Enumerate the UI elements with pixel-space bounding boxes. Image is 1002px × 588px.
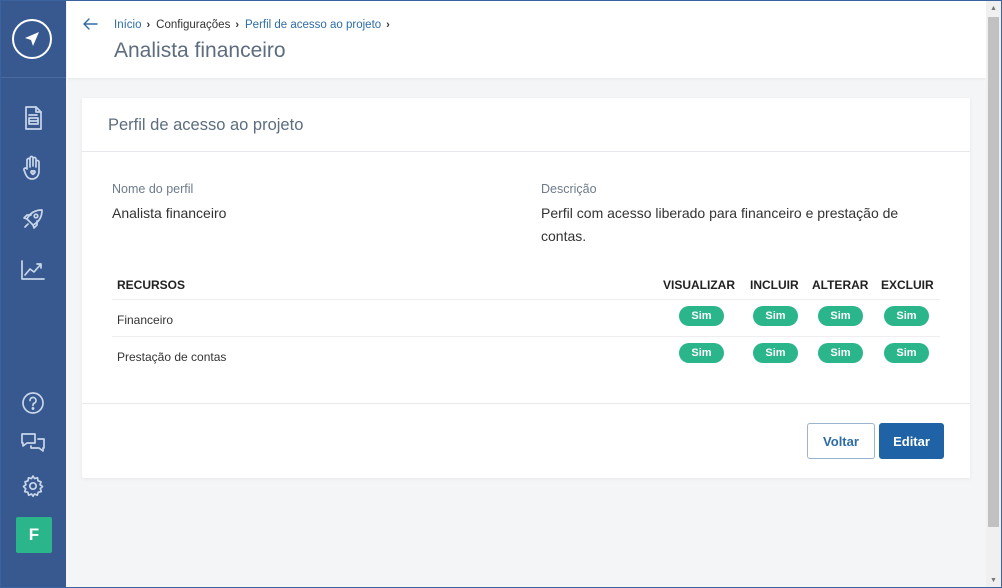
column-header-delete: EXCLUIR (881, 278, 934, 292)
card-divider (82, 151, 970, 152)
table-row: Prestação de contas Sim Sim Sim Sim (112, 337, 940, 374)
hand-heart-icon[interactable] (18, 153, 48, 183)
delete-badge: Sim (884, 306, 929, 326)
back-arrow-icon[interactable] (81, 16, 99, 32)
page-header: Início › Configurações › Perfil de acess… (67, 1, 986, 78)
breadcrumb-home[interactable]: Início (114, 19, 142, 31)
delete-badge: Sim (884, 343, 929, 363)
change-badge: Sim (818, 306, 863, 326)
column-header-change: ALTERAR (812, 278, 869, 292)
chevron-right-icon: › (146, 19, 151, 31)
document-icon[interactable] (18, 103, 48, 133)
table-row: Financeiro Sim Sim Sim Sim (112, 300, 940, 337)
back-button[interactable]: Voltar (807, 423, 875, 459)
scrollbar-thumb[interactable] (988, 17, 999, 527)
profile-card: Perfil de acesso ao projeto Nome do perf… (82, 98, 970, 478)
change-badge: Sim (818, 343, 863, 363)
gear-icon[interactable] (18, 471, 48, 501)
table-header-row: RECURSOS VISUALIZAR INCLUIR ALTERAR EXCL… (112, 273, 940, 300)
column-header-include: INCLUIR (750, 278, 799, 292)
avatar-letter: F (28, 525, 40, 544)
column-header-resources: RECURSOS (117, 278, 186, 292)
scroll-up-icon[interactable]: ▲ (986, 1, 1001, 15)
avatar[interactable]: F (16, 517, 52, 553)
scrollbar[interactable]: ▲ ▼ (986, 1, 1001, 587)
view-badge: Sim (679, 343, 724, 363)
app-logo-icon[interactable] (12, 19, 52, 59)
include-badge: Sim (753, 306, 798, 326)
breadcrumb-settings[interactable]: Configurações (156, 19, 230, 31)
resource-name: Prestação de contas (117, 350, 227, 364)
description-value: Perfil com acesso liberado para financei… (541, 205, 899, 244)
include-badge: Sim (753, 343, 798, 363)
chart-trend-icon[interactable] (18, 255, 48, 285)
breadcrumb: Início › Configurações › Perfil de acess… (114, 19, 396, 31)
view-badge: Sim (679, 306, 724, 326)
profile-name-label: Nome do perfil (112, 182, 194, 196)
chat-icon[interactable] (18, 428, 48, 458)
description-label: Descrição (541, 182, 597, 196)
edit-button[interactable]: Editar (879, 423, 944, 459)
card-title: Perfil de acesso ao projeto (108, 116, 304, 134)
sidebar: F (1, 1, 66, 587)
page-title: Analista financeiro (114, 39, 286, 62)
card-divider (82, 403, 970, 404)
permissions-table: RECURSOS VISUALIZAR INCLUIR ALTERAR EXCL… (112, 273, 940, 374)
breadcrumb-current[interactable]: Perfil de acesso ao projeto (245, 19, 381, 31)
chevron-right-icon: › (386, 19, 390, 31)
sidebar-divider (1, 77, 66, 78)
column-header-view: VISUALIZAR (663, 278, 735, 292)
profile-name-value: Analista financeiro (112, 205, 227, 221)
resource-name: Financeiro (117, 313, 174, 327)
rocket-icon[interactable] (18, 204, 48, 234)
scroll-down-icon[interactable]: ▼ (986, 573, 1001, 587)
chevron-right-icon: › (235, 19, 239, 31)
help-icon[interactable] (18, 388, 48, 418)
